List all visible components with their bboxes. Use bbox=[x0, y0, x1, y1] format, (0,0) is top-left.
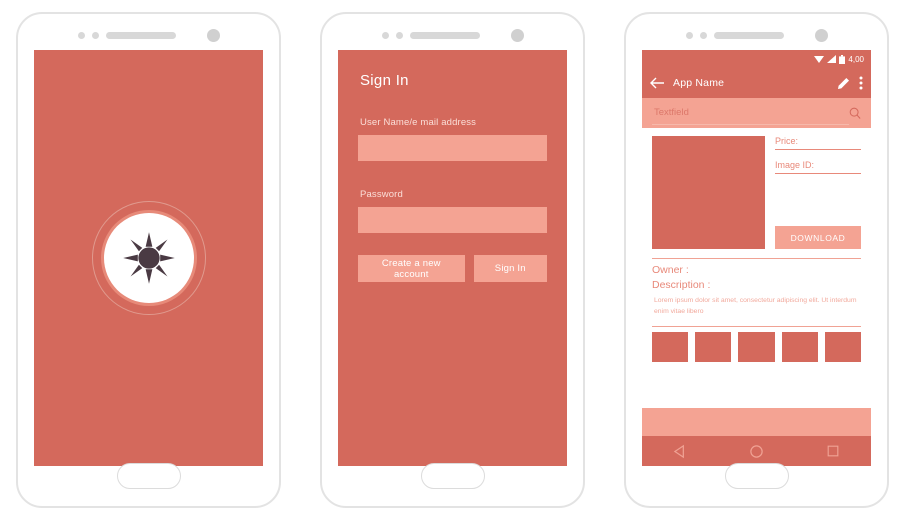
status-bar: 4,00 bbox=[642, 50, 871, 68]
thumbnail-item[interactable] bbox=[695, 332, 732, 363]
speaker-grille bbox=[713, 31, 784, 39]
description-body: Lorem ipsum dolor sit amet, consectetur … bbox=[654, 297, 857, 315]
detail-layout: 4,00 App Name Textfield Price: Image ID:… bbox=[642, 50, 871, 466]
thumbnail-item[interactable] bbox=[738, 332, 775, 363]
thumbnail-item[interactable] bbox=[824, 332, 862, 363]
thumbnail-item[interactable] bbox=[652, 332, 689, 363]
signal-icon bbox=[827, 55, 837, 63]
image-id-field: Image ID: bbox=[775, 160, 861, 174]
sensor-dot-icon bbox=[77, 31, 85, 39]
password-input[interactable] bbox=[358, 207, 547, 233]
splash-screen bbox=[34, 50, 263, 466]
detail-screen: 4,00 App Name Textfield Price: Image ID:… bbox=[642, 50, 871, 466]
app-bar-title: App Name bbox=[673, 77, 725, 89]
sensor-dot-icon bbox=[381, 31, 389, 39]
app-bar: App Name bbox=[642, 68, 871, 98]
phone-earpiece-area bbox=[626, 28, 887, 42]
phone-frame-detail: 4,00 App Name Textfield Price: Image ID:… bbox=[624, 12, 889, 508]
nav-recents-square-icon[interactable] bbox=[826, 444, 840, 458]
logo-disc bbox=[103, 213, 194, 303]
phone-earpiece-area bbox=[322, 28, 583, 42]
owner-label: Owner : bbox=[652, 264, 689, 276]
mockup-canvas: Sign In User Name/e mail address Passwor… bbox=[0, 0, 900, 520]
price-field: Price: bbox=[775, 136, 861, 150]
thumbnail-row bbox=[652, 332, 862, 363]
front-camera-icon bbox=[206, 28, 220, 42]
front-camera-icon bbox=[510, 28, 524, 42]
download-button[interactable]: DOWNLOAD bbox=[775, 226, 861, 249]
logo-outer-ring bbox=[91, 201, 206, 315]
signin-form: Sign In User Name/e mail address Passwor… bbox=[338, 50, 567, 466]
search-bar bbox=[642, 98, 871, 128]
username-input[interactable] bbox=[358, 135, 547, 161]
pencil-edit-icon[interactable] bbox=[837, 77, 850, 90]
thumbnail-item[interactable] bbox=[781, 332, 818, 363]
nav-home-circle-icon[interactable] bbox=[749, 444, 764, 459]
splash-background bbox=[34, 50, 263, 466]
home-button[interactable] bbox=[116, 463, 181, 489]
front-camera-icon bbox=[814, 28, 828, 42]
bottom-band bbox=[642, 408, 871, 436]
phone-earpiece-area bbox=[18, 28, 279, 42]
image-placeholder[interactable] bbox=[652, 136, 765, 249]
speaker-grille bbox=[409, 31, 480, 39]
signin-screen: Sign In User Name/e mail address Passwor… bbox=[338, 50, 567, 466]
search-input[interactable] bbox=[652, 101, 849, 125]
overflow-menu-icon[interactable] bbox=[859, 76, 863, 90]
wifi-icon bbox=[814, 56, 825, 63]
nav-back-triangle-icon[interactable] bbox=[673, 444, 688, 459]
speaker-grille bbox=[105, 31, 176, 39]
detail-top-row: Price: Image ID: DOWNLOAD bbox=[652, 136, 861, 249]
sensor-dot-icon bbox=[699, 31, 707, 39]
back-arrow-icon[interactable] bbox=[650, 77, 664, 89]
phone-frame-signin: Sign In User Name/e mail address Passwor… bbox=[320, 12, 585, 508]
signin-title: Sign In bbox=[360, 72, 409, 89]
sensor-dot-icon bbox=[395, 31, 403, 39]
search-icon[interactable] bbox=[849, 107, 861, 119]
signin-button-row: Create a new account Sign In bbox=[358, 255, 547, 282]
detail-content: Price: Image ID: DOWNLOAD Owner : Descri… bbox=[642, 128, 871, 408]
password-label: Password bbox=[360, 189, 403, 200]
detail-meta: Price: Image ID: DOWNLOAD bbox=[775, 136, 861, 249]
sun-logo-icon bbox=[122, 232, 175, 284]
sensor-dot-icon bbox=[685, 31, 693, 39]
home-button[interactable] bbox=[420, 463, 485, 489]
sensor-dot-icon bbox=[91, 31, 99, 39]
create-account-button[interactable]: Create a new account bbox=[358, 255, 465, 282]
phone-frame-splash bbox=[16, 12, 281, 508]
divider bbox=[652, 258, 861, 259]
android-nav-bar bbox=[642, 436, 871, 466]
username-label: User Name/e mail address bbox=[360, 117, 477, 128]
signin-button[interactable]: Sign In bbox=[473, 255, 547, 282]
divider bbox=[652, 326, 861, 328]
battery-icon bbox=[839, 54, 846, 64]
description-label: Description : bbox=[652, 279, 711, 291]
home-button[interactable] bbox=[724, 463, 789, 489]
status-time: 4,00 bbox=[848, 54, 864, 64]
